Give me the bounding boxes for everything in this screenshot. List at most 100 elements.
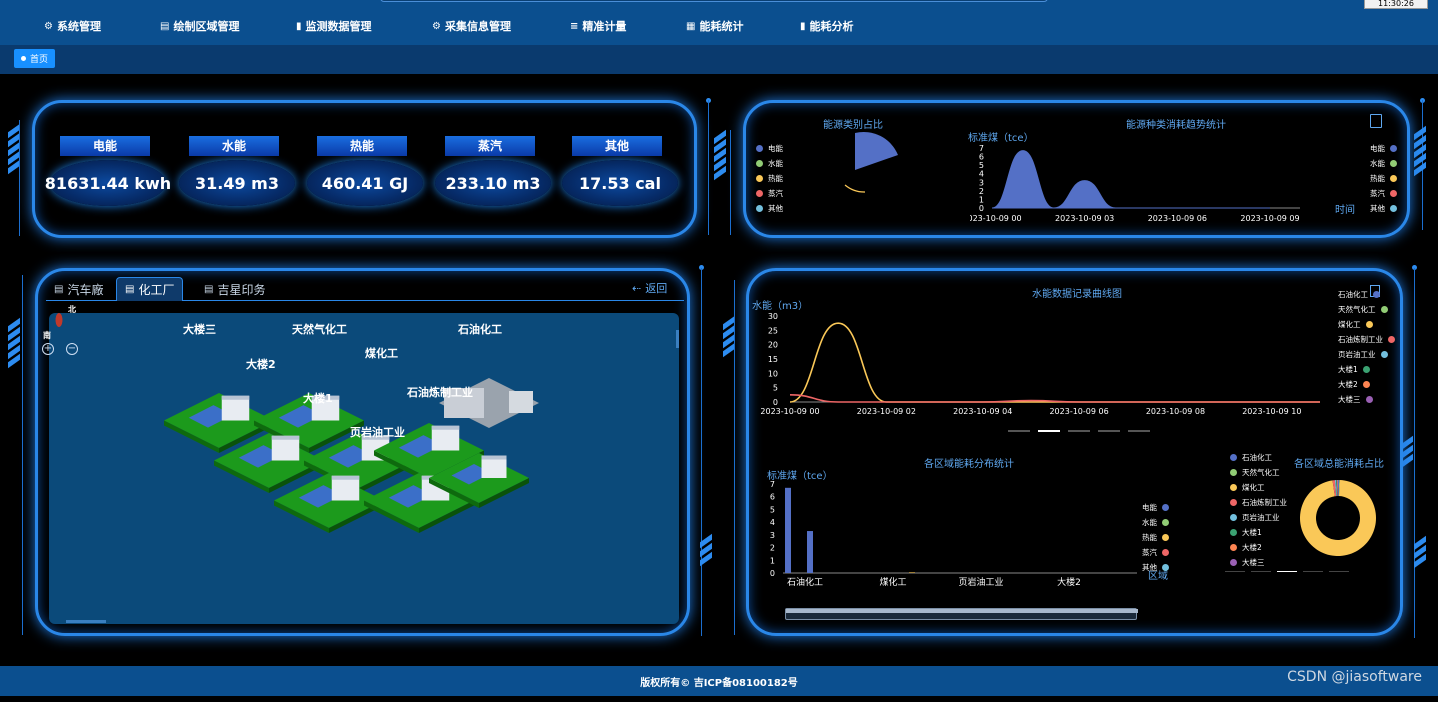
tab-2[interactable]: ▤吉星印务 bbox=[196, 277, 273, 301]
pie-chart-title: 能源类别占比 bbox=[823, 116, 883, 131]
page-dot[interactable] bbox=[1251, 571, 1271, 572]
metric-card: 电能81631.44 kwh bbox=[48, 120, 168, 210]
legend-item[interactable]: 石油炼制工业 bbox=[1338, 334, 1395, 345]
slider-handle-bar[interactable] bbox=[786, 609, 1138, 613]
legend-item[interactable]: 页岩油工业 bbox=[1338, 349, 1388, 360]
legend-item[interactable]: 煤化工 bbox=[1230, 482, 1265, 493]
scrollbar-vertical[interactable] bbox=[676, 330, 679, 348]
legend-label: 大楼2 bbox=[1338, 379, 1358, 390]
nav-item-4[interactable]: ≡精准计量 bbox=[570, 18, 626, 34]
zoom-out-icon[interactable]: − bbox=[66, 343, 78, 355]
legend-item[interactable]: 蒸汽 bbox=[1370, 188, 1397, 199]
back-link[interactable]: ⇠返回 bbox=[632, 280, 667, 296]
legend-pagination[interactable] bbox=[1225, 571, 1349, 572]
legend-item[interactable]: 水能 bbox=[1370, 158, 1397, 169]
legend-item[interactable]: 电能 bbox=[1370, 143, 1397, 154]
scrollbar-horizontal[interactable] bbox=[66, 620, 106, 623]
pie-slice bbox=[845, 185, 865, 192]
tower-top bbox=[272, 436, 300, 440]
divider-line bbox=[701, 268, 702, 636]
y-tick-label: 5 bbox=[773, 384, 778, 393]
legend-item[interactable]: 天然气化工 bbox=[1230, 467, 1280, 478]
series-line bbox=[790, 323, 1320, 402]
legend-dot bbox=[756, 205, 763, 212]
legend-dot bbox=[1230, 454, 1237, 461]
legend-dot bbox=[1390, 175, 1397, 182]
water-chart-title: 水能数据记录曲线图 bbox=[1032, 285, 1122, 300]
legend-item[interactable]: 大楼1 bbox=[1230, 527, 1262, 538]
bar-chart-icon: ▮ bbox=[800, 21, 806, 32]
tab-0[interactable]: ▤汽车廠 bbox=[46, 277, 111, 301]
legend-item[interactable]: 大楼三 bbox=[1338, 394, 1373, 405]
legend-item[interactable]: 石油化工 bbox=[1338, 289, 1380, 300]
page-dot[interactable] bbox=[1225, 571, 1245, 572]
page-dot[interactable] bbox=[1068, 430, 1090, 432]
y-tick-label: 30 bbox=[768, 312, 778, 321]
legend-item[interactable]: 石油化工 bbox=[1230, 452, 1272, 463]
legend-item[interactable]: 其他 bbox=[1142, 562, 1169, 573]
legend-item[interactable]: 大楼2 bbox=[1230, 542, 1262, 553]
legend-dot bbox=[1162, 504, 1169, 511]
legend-item[interactable]: 水能 bbox=[756, 158, 783, 169]
legend-item[interactable]: 蒸汽 bbox=[756, 188, 783, 199]
page-dot[interactable] bbox=[1329, 571, 1349, 572]
legend-label: 电能 bbox=[768, 143, 783, 154]
legend-item[interactable]: 热能 bbox=[1142, 532, 1169, 543]
page-dot-active[interactable] bbox=[1038, 430, 1060, 432]
building-label[interactable]: 页岩油工业 bbox=[350, 424, 405, 440]
legend-item[interactable]: 大楼1 bbox=[1338, 364, 1370, 375]
page-dot[interactable] bbox=[1098, 430, 1120, 432]
x-tick-label: 2023-10-09 00 bbox=[970, 214, 1022, 223]
legend-item[interactable]: 电能 bbox=[1142, 502, 1169, 513]
factory-map-area[interactable] bbox=[49, 313, 679, 624]
legend-dot bbox=[756, 175, 763, 182]
legend-item[interactable]: 煤化工 bbox=[1338, 319, 1373, 330]
page-dot[interactable] bbox=[1303, 571, 1323, 572]
legend-item[interactable]: 其他 bbox=[1370, 203, 1397, 214]
tab-home[interactable]: 首页 bbox=[14, 49, 55, 68]
legend-dot bbox=[1230, 469, 1237, 476]
watermark: CSDN @jiasoftware bbox=[1287, 667, 1422, 687]
legend-item[interactable]: 热能 bbox=[1370, 173, 1397, 184]
nav-item-1[interactable]: ▤绘制区域管理 bbox=[160, 18, 239, 34]
legend-item[interactable]: 其他 bbox=[756, 203, 783, 214]
pagination-dots[interactable] bbox=[1008, 430, 1150, 432]
top-search-bar[interactable] bbox=[380, 0, 1048, 2]
legend-item[interactable]: 蒸汽 bbox=[1142, 547, 1169, 558]
bar-chart-icon: ▮ bbox=[296, 21, 302, 32]
factory-isometric-map bbox=[49, 313, 679, 624]
building-label[interactable]: 大楼三 bbox=[183, 321, 216, 337]
page-dot-active[interactable] bbox=[1277, 571, 1297, 572]
tab-1[interactable]: ▤化工厂 bbox=[116, 277, 183, 301]
legend-item[interactable]: 大楼2 bbox=[1338, 379, 1370, 390]
divider-line bbox=[1414, 268, 1415, 638]
nav-item-0[interactable]: ⚙系统管理 bbox=[44, 18, 101, 34]
nav-item-6[interactable]: ▮能耗分析 bbox=[800, 18, 854, 34]
legend-item[interactable]: 石油炼制工业 bbox=[1230, 497, 1287, 508]
nav-item-2[interactable]: ▮监测数据管理 bbox=[296, 18, 372, 34]
legend-item[interactable]: 页岩油工业 bbox=[1230, 512, 1280, 523]
legend-item[interactable]: 热能 bbox=[756, 173, 783, 184]
zoom-in-icon[interactable]: + bbox=[42, 343, 54, 355]
legend-item[interactable]: 水能 bbox=[1142, 517, 1169, 528]
page-dot[interactable] bbox=[1008, 430, 1030, 432]
nav-item-5[interactable]: ▦能耗统计 bbox=[686, 18, 743, 34]
document-icon[interactable] bbox=[1370, 114, 1382, 128]
legend-dot bbox=[1390, 205, 1397, 212]
page-dot[interactable] bbox=[1128, 430, 1150, 432]
x-tick-label: 2023-10-09 06 bbox=[1049, 407, 1108, 416]
building-label[interactable]: 石油化工 bbox=[458, 321, 502, 337]
data-zoom-slider[interactable] bbox=[785, 608, 1137, 620]
building-label[interactable]: 煤化工 bbox=[365, 345, 398, 361]
building-label[interactable]: 天然气化工 bbox=[292, 321, 347, 337]
building-label[interactable]: 大楼1 bbox=[303, 390, 333, 406]
legend-label: 热能 bbox=[1370, 173, 1385, 184]
legend-item[interactable]: 大楼三 bbox=[1230, 557, 1265, 568]
legend-item[interactable]: 电能 bbox=[756, 143, 783, 154]
water-line-chart: 3025201510502023-10-09 002023-10-09 0220… bbox=[760, 308, 1340, 416]
building-label[interactable]: 石油炼制工业 bbox=[407, 384, 473, 400]
nav-item-3[interactable]: ⚙采集信息管理 bbox=[432, 18, 511, 34]
legend-dot bbox=[1366, 321, 1373, 328]
building-label[interactable]: 大楼2 bbox=[246, 356, 276, 372]
legend-item[interactable]: 天然气化工 bbox=[1338, 304, 1388, 315]
